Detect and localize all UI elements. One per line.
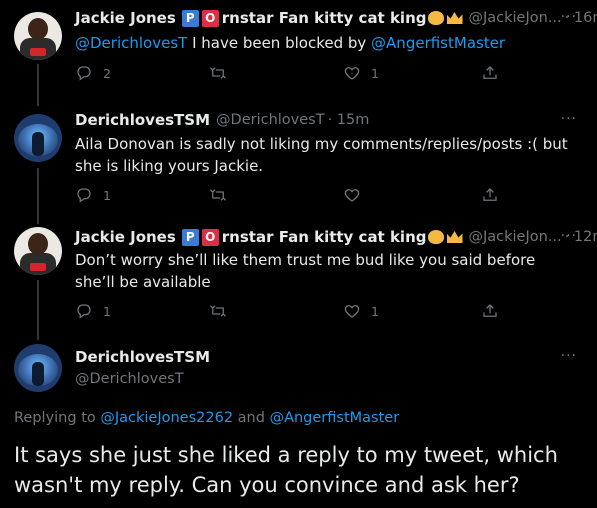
retweet-button[interactable] — [209, 302, 227, 320]
tweet-text-body: I have been blocked by — [187, 34, 372, 52]
like-button[interactable]: 1 — [343, 302, 379, 320]
cat-emoji-icon — [427, 230, 444, 244]
tweet[interactable]: Jackie Jones P O rnstar Fan kitty cat ki… — [0, 222, 597, 334]
crown-emoji-icon — [446, 231, 463, 243]
badge-o: O — [201, 9, 219, 27]
display-name-suffix[interactable]: rnstar Fan kitty cat king — [222, 9, 427, 27]
crown-emoji-icon — [446, 12, 463, 24]
like-button[interactable]: 1 — [343, 64, 379, 82]
main-tweet[interactable]: DerichlovesTSM @DerichlovesT ··· Replyin… — [0, 338, 597, 508]
tweet-header: DerichlovesTSM @DerichlovesT · 15m — [75, 109, 369, 131]
avatar-image — [28, 233, 48, 255]
more-options-icon[interactable]: ··· — [561, 228, 577, 244]
badge-p: P — [181, 228, 199, 246]
more-options-icon[interactable]: ··· — [561, 111, 577, 127]
mention-link[interactable]: @JackieJones2262 — [100, 410, 233, 426]
share-icon — [483, 66, 497, 79]
tweet[interactable]: DerichlovesTSM @DerichlovesT · 15m ··· A… — [0, 106, 597, 218]
reply-button[interactable]: 1 — [75, 186, 111, 204]
like-count: 1 — [371, 65, 379, 81]
heart-icon — [344, 305, 360, 318]
reply-button[interactable]: 1 — [75, 302, 111, 320]
avatar[interactable] — [14, 344, 62, 392]
badge-p: P — [181, 9, 199, 27]
more-options-icon[interactable]: ··· — [561, 348, 577, 364]
display-name[interactable]: DerichlovesTSM — [75, 111, 210, 129]
like-button[interactable] — [343, 186, 371, 204]
avatar[interactable] — [14, 227, 62, 275]
share-icon — [483, 188, 497, 201]
retweet-button[interactable] — [209, 64, 227, 82]
main-tweet-text: It says she just she liked a reply to my… — [14, 443, 558, 497]
display-name[interactable]: Jackie Jones — [75, 9, 176, 27]
reply-icon — [77, 66, 91, 81]
more-options-icon[interactable]: ··· — [561, 9, 577, 25]
share-button[interactable] — [481, 302, 499, 320]
badge-o: O — [201, 228, 219, 246]
tweet-text: @DerichlovesT I have been blocked by @An… — [75, 32, 575, 54]
cat-emoji-icon — [427, 11, 444, 25]
share-icon — [483, 304, 497, 317]
tweet-actions: 1 1 — [75, 302, 505, 322]
mention-link[interactable]: @AngerfistMaster — [270, 410, 400, 426]
share-button[interactable] — [481, 64, 499, 82]
tweet-header: DerichlovesTSM — [75, 346, 210, 368]
avatar-image — [32, 362, 44, 386]
reply-button[interactable]: 2 — [75, 64, 111, 82]
avatar-image — [28, 18, 48, 40]
handle[interactable]: @JackieJon... — [469, 229, 562, 245]
avatar-image — [30, 48, 46, 56]
handle[interactable]: @DerichlovesT — [216, 112, 325, 128]
mention-link[interactable]: @DerichlovesT — [75, 34, 187, 52]
like-count: 1 — [371, 303, 379, 319]
timestamp[interactable]: · 15m — [328, 112, 370, 128]
display-name-suffix[interactable]: rnstar Fan kitty cat king — [222, 228, 427, 246]
tweet-header: Jackie Jones P O rnstar Fan kitty cat ki… — [75, 7, 597, 29]
display-name[interactable]: Jackie Jones — [75, 228, 176, 246]
reply-icon — [77, 304, 91, 319]
retweet-icon — [210, 305, 226, 317]
tweet-header: Jackie Jones P O rnstar Fan kitty cat ki… — [75, 226, 597, 248]
retweet-icon — [210, 189, 226, 201]
tweet[interactable]: Jackie Jones P O rnstar Fan kitty cat ki… — [0, 0, 597, 106]
reply-count: 2 — [103, 65, 111, 81]
avatar-image — [30, 263, 46, 271]
replying-to: Replying to @JackieJones2262 and @Angerf… — [14, 410, 399, 426]
handle-line: @DerichlovesT — [75, 368, 184, 390]
heart-icon — [344, 189, 360, 202]
tweet-actions: 1 — [75, 186, 505, 206]
tweet-actions: 2 1 — [75, 64, 505, 84]
reply-count: 1 — [103, 303, 111, 319]
handle[interactable]: @DerichlovesT — [75, 371, 184, 387]
replying-prefix: Replying to — [14, 410, 101, 426]
avatar-image — [32, 132, 44, 156]
reply-count: 1 — [103, 187, 111, 203]
handle[interactable]: @JackieJon... — [469, 10, 562, 26]
tweet-text: Aila Donovan is sadly not liking my comm… — [75, 135, 568, 175]
display-name[interactable]: DerichlovesTSM — [75, 348, 210, 366]
avatar[interactable] — [14, 114, 62, 162]
replying-and: and — [233, 410, 270, 426]
retweet-icon — [210, 67, 226, 79]
avatar[interactable] — [14, 12, 62, 60]
tweet-text: Don’t worry she’ll like them trust me bu… — [75, 251, 536, 291]
retweet-button[interactable] — [209, 186, 227, 204]
reply-icon — [77, 188, 91, 203]
share-button[interactable] — [481, 186, 499, 204]
heart-icon — [344, 67, 360, 80]
mention-link[interactable]: @AngerfistMaster — [371, 34, 505, 52]
